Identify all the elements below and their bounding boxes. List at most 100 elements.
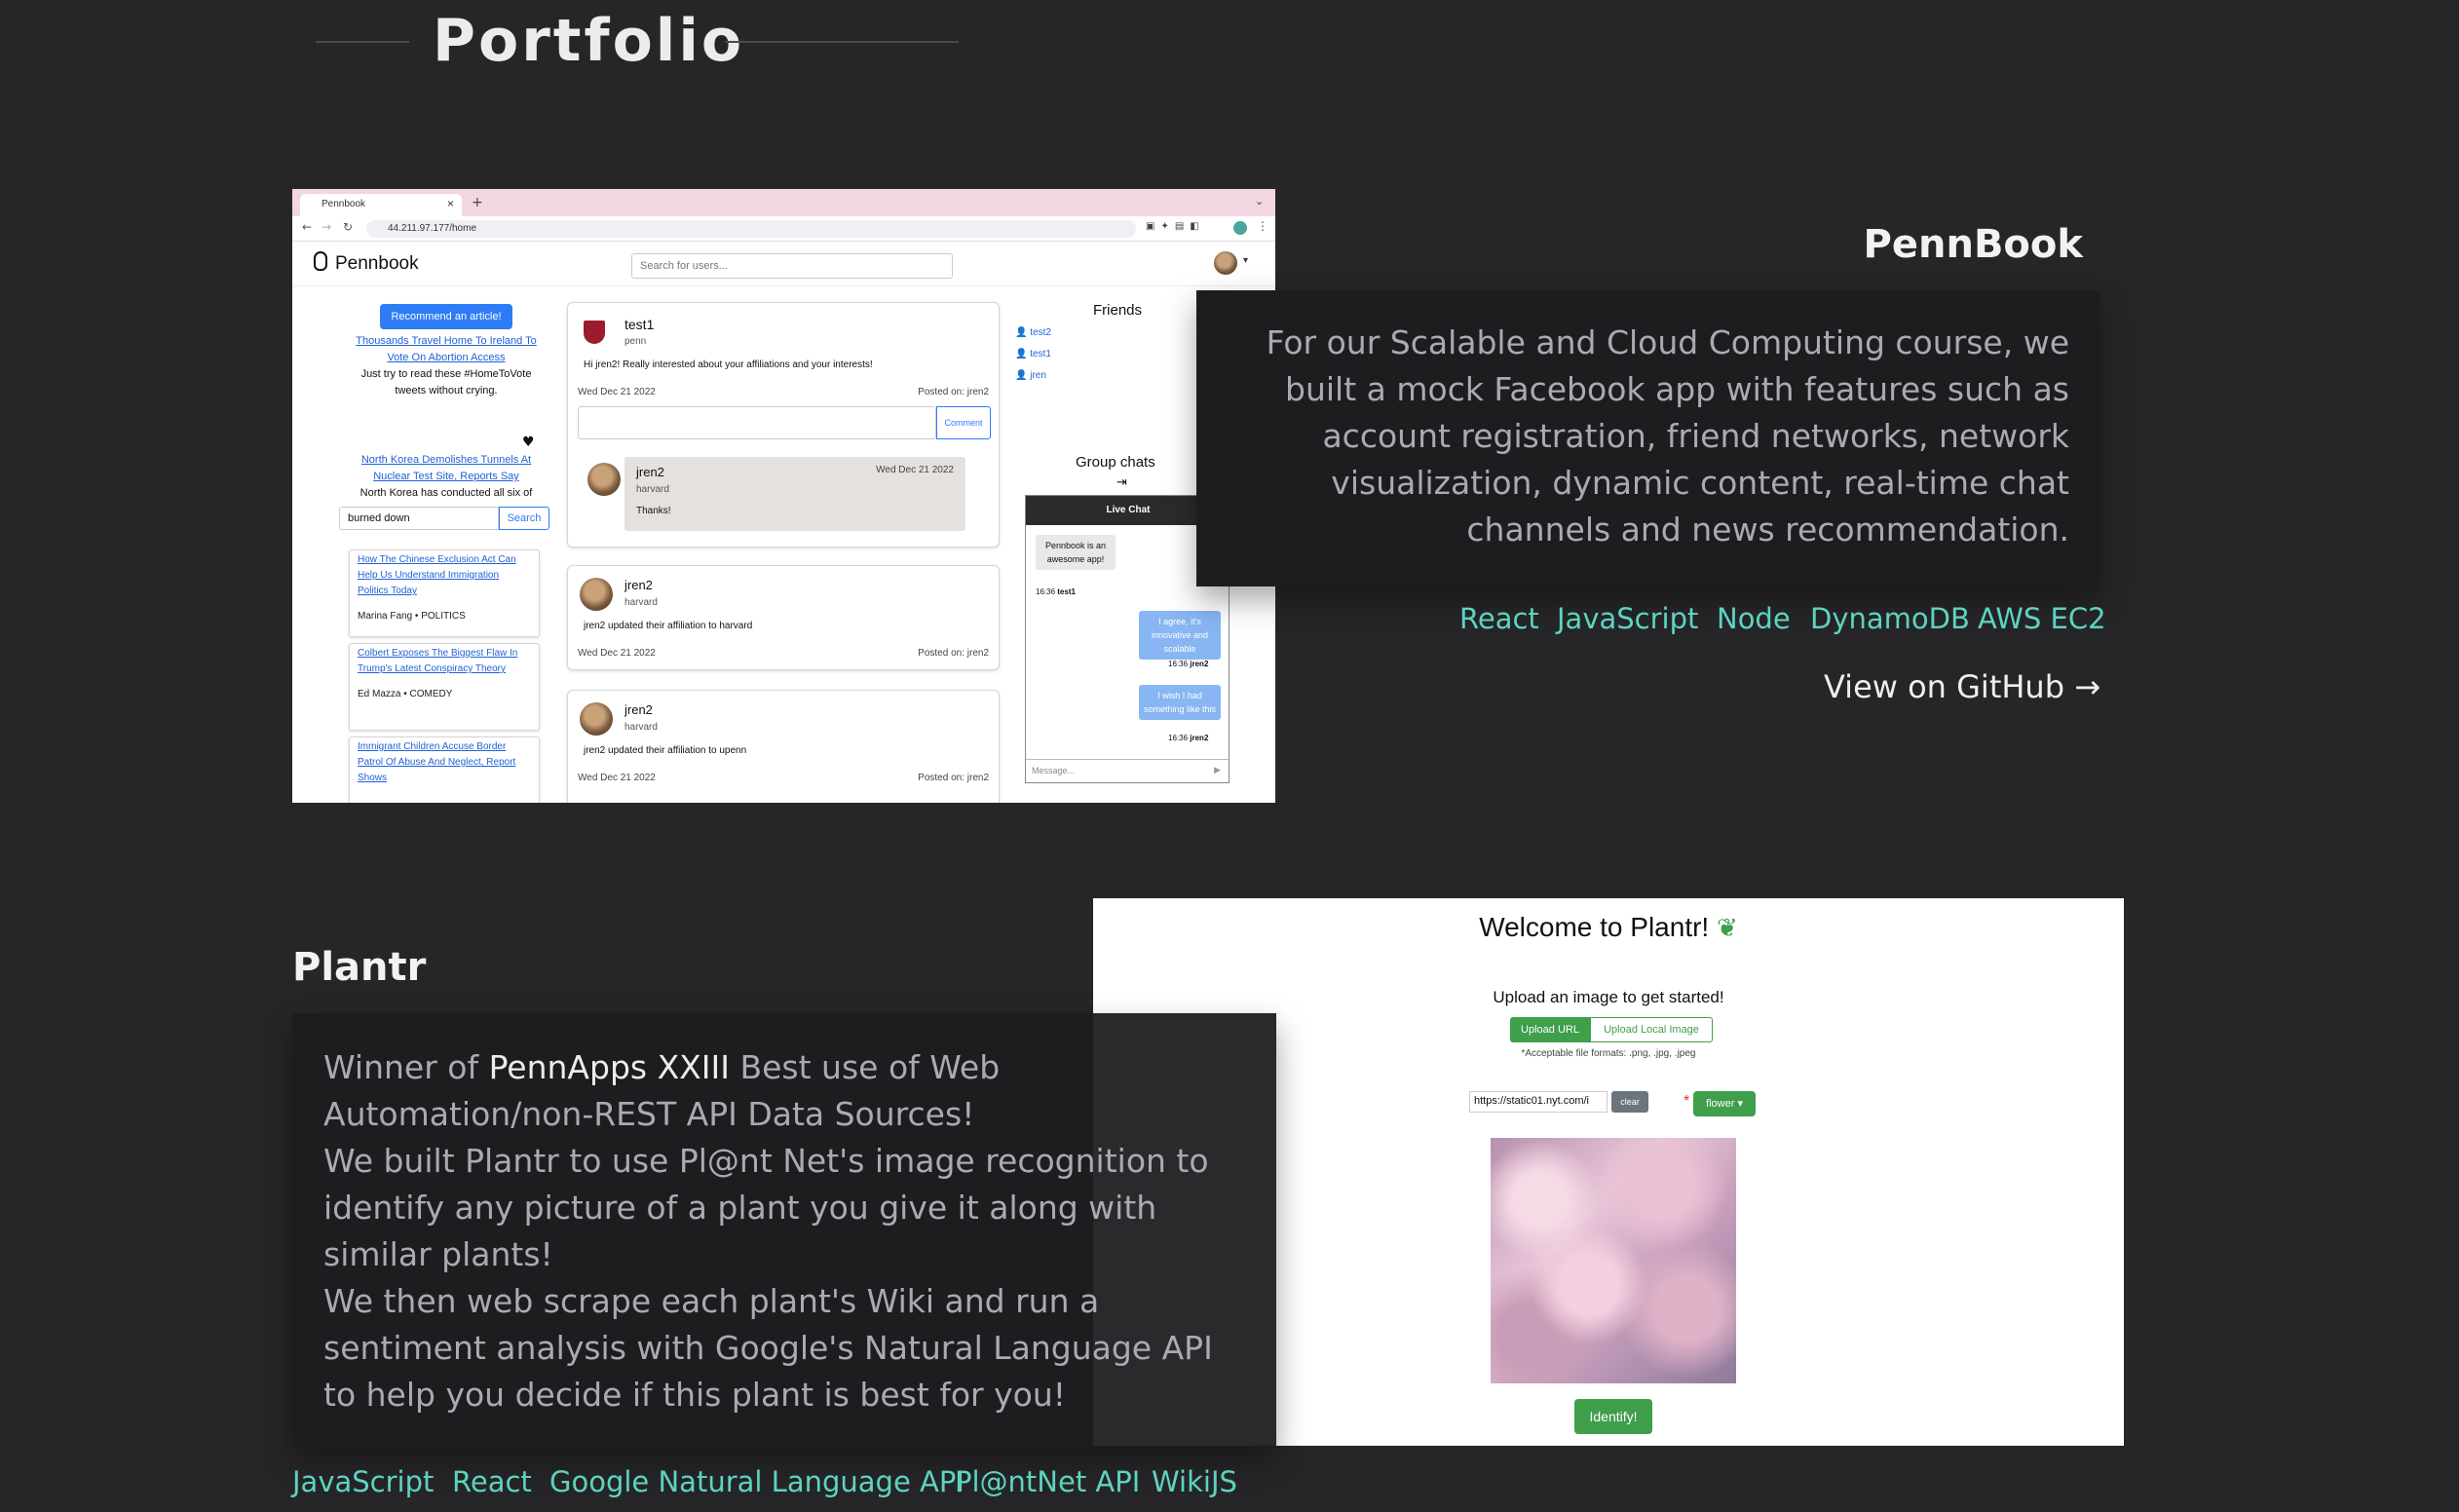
news-snippet: Just try to read these #HomeToVote tweet… — [360, 368, 532, 397]
penguin-logo-icon — [314, 251, 327, 271]
tech-tag: WikiJS — [1152, 1465, 1237, 1498]
back-icon[interactable]: ← — [302, 220, 312, 234]
pennbook-screenshot[interactable]: Pennbook × + ⌄ ← → ↻ 44.211.97.177/home … — [292, 189, 1275, 803]
news-list-title[interactable]: How The Chinese Exclusion Act Can Help U… — [358, 552, 531, 599]
chat-message-meta: 16:36 jren2 — [1168, 660, 1209, 668]
reload-icon[interactable]: ↻ — [343, 220, 353, 234]
identify-button[interactable]: Identify! — [1574, 1399, 1652, 1434]
user-search-placeholder: Search for users... — [640, 260, 728, 272]
post-user[interactable]: test1 — [624, 317, 654, 332]
award-highlight: PennApps XXIII — [488, 1048, 730, 1086]
news-search-value: burned down — [348, 512, 410, 524]
send-icon[interactable]: ▶ — [1214, 765, 1221, 775]
tech-tag: JavaScript — [292, 1465, 435, 1498]
title-rule-right — [725, 41, 959, 43]
chat-input-placeholder: Message... — [1032, 766, 1076, 775]
post-avatar[interactable] — [580, 702, 613, 736]
news-title[interactable]: North Korea Demolishes Tunnels At Nuclea… — [345, 452, 548, 485]
post-posted-on: Posted on: jren2 — [918, 773, 989, 783]
browser-tab[interactable]: Pennbook × — [300, 194, 462, 216]
comment-affiliation: harvard — [636, 484, 669, 495]
upload-url-button[interactable]: Upload URL — [1510, 1017, 1590, 1042]
post-affiliation: harvard — [624, 597, 658, 608]
browser-tab-title: Pennbook — [322, 199, 366, 209]
news-list-item[interactable]: Immigrant Children Accuse Border Patrol … — [349, 737, 540, 803]
comment-button[interactable]: Comment — [936, 406, 991, 439]
project-title-pennbook[interactable]: PennBook — [1864, 222, 2083, 267]
news-author: Marina Fang — [358, 611, 413, 622]
dropdown-caret-icon: ▾ — [1737, 1098, 1743, 1110]
tab-menu-chevron-icon[interactable]: ⌄ — [1255, 195, 1264, 208]
tech-tag: React — [452, 1465, 532, 1498]
news-list-item[interactable]: Colbert Exposes The Biggest Flaw In Trum… — [349, 643, 540, 731]
github-link-pennbook[interactable]: View on GitHub → — [1824, 668, 2100, 705]
news-search-input[interactable]: burned down — [339, 507, 499, 530]
project-description-text: We built Plantr to use Pl@nt Net's image… — [323, 1142, 1209, 1273]
tab-close-icon[interactable]: × — [447, 197, 454, 210]
sprout-icon: ❦ — [1717, 913, 1738, 942]
user-search-input[interactable]: Search for users... — [631, 253, 953, 279]
account-caret-icon[interactable]: ▾ — [1243, 255, 1248, 266]
chat-message-input[interactable]: Message... ▶ — [1026, 759, 1229, 782]
comment-user[interactable]: jren2 — [636, 465, 664, 479]
plantr-heading-text: Welcome to Plantr! — [1479, 912, 1710, 942]
friend-name: test2 — [1030, 327, 1051, 338]
news-title[interactable]: Thousands Travel Home To Ireland To Vote… — [345, 333, 548, 366]
news-author: Ed Mazza — [358, 689, 401, 699]
tech-list-pennbook: React JavaScript Node DynamoDB AWS EC2 — [1452, 602, 2106, 645]
friend-item[interactable]: 👤 test1 — [1015, 349, 1051, 359]
friend-icon: 👤 — [1015, 349, 1028, 359]
news-list-title[interactable]: Colbert Exposes The Biggest Flaw In Trum… — [358, 646, 531, 677]
chat-message-received: Pennbook is an awesome app! — [1036, 535, 1116, 570]
comment-text: Thanks! — [636, 506, 671, 516]
chat-message-sent: I wish I had something like this — [1139, 685, 1221, 720]
comment-avatar[interactable] — [587, 463, 621, 496]
address-bar[interactable]: 44.211.97.177/home — [366, 220, 1136, 238]
heart-icon[interactable]: ♥ — [522, 435, 535, 450]
browser-menu-icon[interactable]: ⋮ — [1257, 219, 1268, 233]
post-avatar[interactable] — [580, 578, 613, 611]
image-url-value: https://static01.nyt.com/i — [1474, 1095, 1589, 1107]
tech-tag: DynamoDB — [1810, 602, 1970, 635]
post-user[interactable]: jren2 — [624, 702, 653, 717]
new-tab-icon[interactable]: + — [472, 195, 483, 210]
post-text: jren2 updated their affiliation to upenn — [584, 745, 747, 756]
friend-name: jren — [1030, 370, 1046, 381]
extension-icons[interactable]: ▣✦▤◧ — [1146, 221, 1205, 232]
upload-prompt: Upload an image to get started! — [1493, 988, 1724, 1006]
news-list-item[interactable]: How The Chinese Exclusion Act Can Help U… — [349, 549, 540, 637]
forward-icon[interactable]: → — [322, 220, 331, 234]
comment-input[interactable] — [578, 406, 936, 439]
leave-chat-icon[interactable]: ⇥ — [1116, 475, 1127, 490]
upload-local-button[interactable]: Upload Local Image — [1590, 1017, 1713, 1042]
recommend-article-button[interactable]: Recommend an article! — [380, 304, 512, 329]
tech-tag: React — [1459, 602, 1539, 635]
friend-item[interactable]: 👤 jren — [1015, 370, 1046, 381]
post-affiliation: harvard — [624, 722, 658, 733]
news-card: Thousands Travel Home To Ireland To Vote… — [345, 333, 548, 415]
plantr-heading: Welcome to Plantr! ❦ — [1093, 912, 2124, 943]
account-avatar[interactable] — [1214, 251, 1237, 275]
penn-shield-icon — [584, 321, 605, 344]
chat-message-text: I agree, it's innovative and scalable — [1151, 617, 1209, 654]
post-user[interactable]: jren2 — [624, 578, 653, 592]
post-posted-on: Posted on: jren2 — [918, 648, 989, 659]
section-title: Portfolio — [433, 7, 745, 75]
project-description-text: Winner of PennApps XXIII Best use of Web… — [323, 1048, 1001, 1133]
news-list-title[interactable]: Immigrant Children Accuse Border Patrol … — [358, 739, 531, 786]
profile-icon[interactable] — [1233, 221, 1247, 235]
tech-tag: JavaScript — [1557, 602, 1699, 635]
clear-url-button[interactable]: clear — [1611, 1091, 1648, 1113]
app-name[interactable]: Pennbook — [335, 253, 419, 275]
news-search-button[interactable]: Search — [499, 507, 549, 530]
organ-dropdown-value: flower — [1706, 1098, 1735, 1110]
image-url-input[interactable]: https://static01.nyt.com/i — [1469, 1091, 1608, 1113]
tech-tag: Google Natural Language API — [549, 1465, 965, 1498]
uploaded-plant-image — [1491, 1138, 1736, 1383]
friend-item[interactable]: 👤 test2 — [1015, 327, 1051, 338]
organ-dropdown[interactable]: flower ▾ — [1693, 1091, 1756, 1116]
post-card: jren2 harvard jren2 updated their affili… — [567, 565, 1000, 670]
project-title-plantr[interactable]: Plantr — [292, 945, 426, 990]
post-text: jren2 updated their affiliation to harva… — [584, 621, 753, 631]
friend-name: test1 — [1030, 349, 1051, 359]
